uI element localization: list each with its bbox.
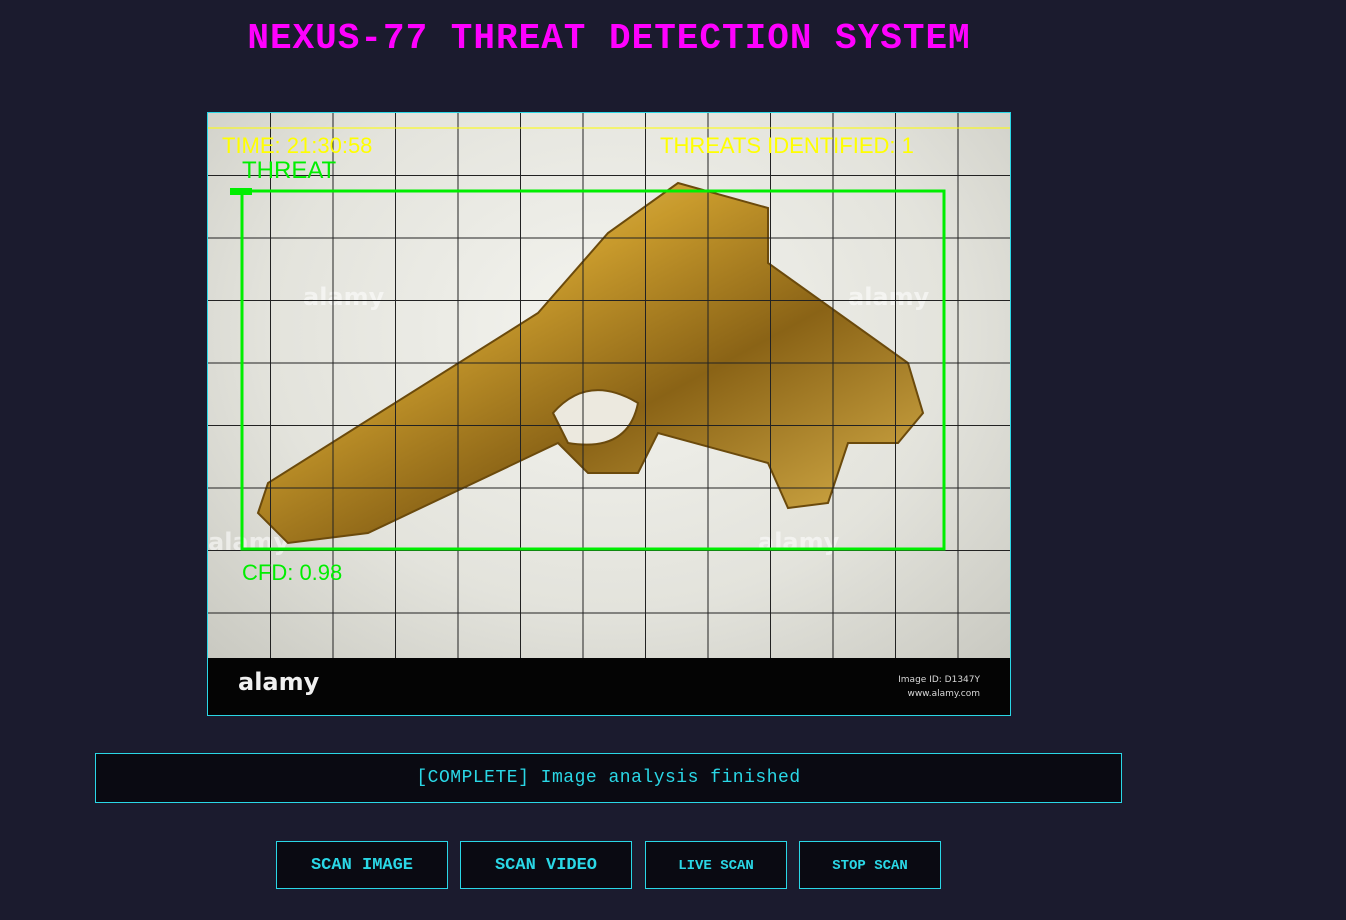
scan-video-button[interactable]: SCAN VIDEO [460, 841, 632, 889]
live-scan-button[interactable]: LIVE SCAN [645, 841, 787, 889]
scan-image-button[interactable]: SCAN IMAGE [276, 841, 448, 889]
threat-count: THREATS IDENTIFIED: 1 [660, 133, 914, 158]
detection-label: THREAT [242, 157, 337, 184]
page-title: NEXUS-77 THREAT DETECTION SYSTEM [247, 18, 971, 59]
image-footer [208, 658, 1010, 715]
footer-logo: alamy [238, 668, 320, 696]
detection-viewer: alamy alamy alamy alamy alamy TIME: 21: [207, 112, 1011, 716]
footer-credit: Image ID: D1347Y www.alamy.com [898, 673, 980, 701]
status-message: [COMPLETE] Image analysis finished [95, 753, 1122, 803]
confidence-readout: CFD: 0.98 [242, 560, 342, 585]
footer-image-id: Image ID: D1347Y [898, 675, 980, 685]
detection-marker [230, 188, 252, 195]
time-readout: TIME: 21:30:58 [222, 133, 372, 158]
feed-overlay: TIME: 21:30:58 THREATS IDENTIFIED: 1 THR… [208, 113, 1010, 658]
footer-url: www.alamy.com [907, 689, 980, 699]
stop-scan-button[interactable]: STOP SCAN [799, 841, 941, 889]
